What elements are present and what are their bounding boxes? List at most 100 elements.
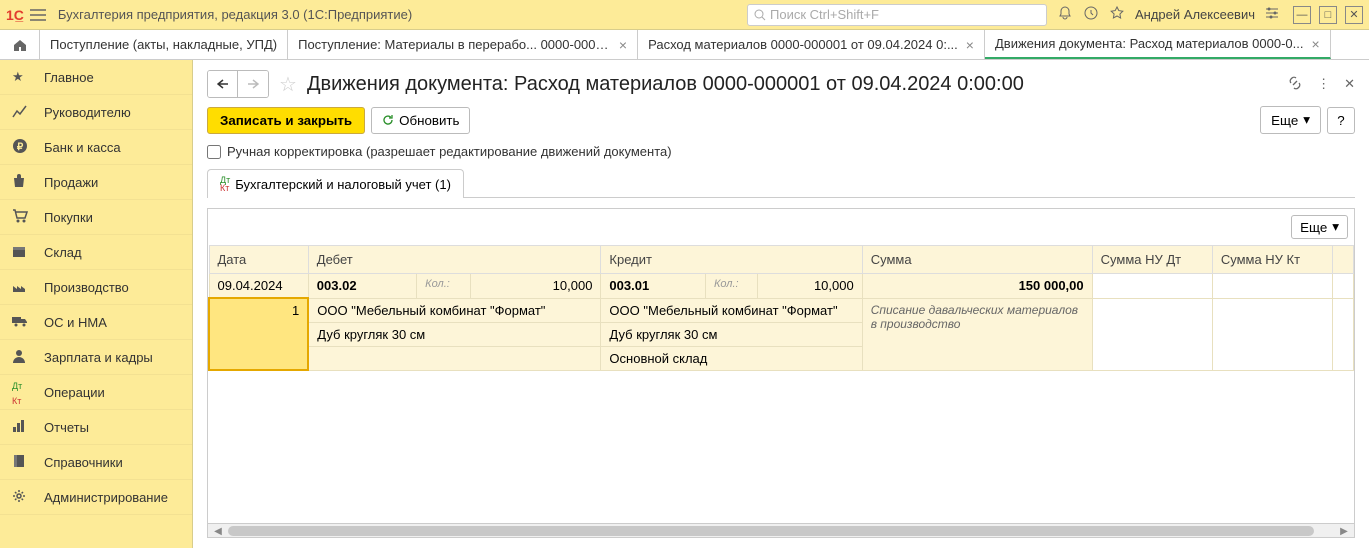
logo-1c: 1C̲ bbox=[6, 7, 24, 23]
th-date[interactable]: Дата bbox=[209, 246, 308, 274]
dtkt-icon: ДтКт bbox=[220, 176, 230, 192]
tab-bar: Поступление (акты, накладные, УПД) Посту… bbox=[0, 30, 1369, 60]
cell-credit-acct: 003.01 bbox=[601, 274, 706, 299]
kebab-icon[interactable]: ⋮ bbox=[1317, 76, 1330, 92]
truck-icon bbox=[12, 315, 32, 330]
table-more-button[interactable]: Еще ▾ bbox=[1291, 215, 1348, 239]
cell-rownum: 1 bbox=[209, 298, 308, 370]
link-icon[interactable] bbox=[1287, 75, 1303, 94]
sidebar-item-sales[interactable]: Продажи bbox=[0, 165, 192, 200]
app-title: Бухгалтерия предприятия, редакция 3.0 (1… bbox=[58, 7, 412, 22]
tab-1[interactable]: Поступление: Материалы в перерабо... 000… bbox=[288, 30, 638, 59]
cell-comment: Списание давальческих материалов в произ… bbox=[862, 298, 1092, 370]
cell-debit-kol-label: Кол.: bbox=[417, 274, 471, 299]
accounting-tab[interactable]: ДтКт Бухгалтерский и налоговый учет (1) bbox=[207, 169, 464, 198]
tab-2[interactable]: Расход материалов 0000-000001 от 09.04.2… bbox=[638, 30, 985, 59]
manual-edit-checkbox[interactable] bbox=[207, 145, 221, 159]
settings-icon[interactable] bbox=[1265, 6, 1279, 23]
bell-icon[interactable] bbox=[1057, 5, 1073, 24]
cell-debit-acct: 003.02 bbox=[308, 274, 416, 299]
bars-icon bbox=[12, 419, 32, 436]
scroll-left-icon[interactable]: ◀ bbox=[210, 524, 226, 538]
cell-date: 09.04.2024 bbox=[209, 274, 308, 299]
cell-debit-item: Дуб кругляк 30 см bbox=[308, 322, 601, 346]
table-row[interactable]: 1 ООО "Мебельный комбинат "Формат" ООО "… bbox=[209, 298, 1354, 322]
tab-3[interactable]: Движения документа: Расход материалов 00… bbox=[985, 30, 1331, 59]
user-name[interactable]: Андрей Алексеевич bbox=[1135, 7, 1255, 22]
th-sum-nu-dt[interactable]: Сумма НУ Дт bbox=[1092, 246, 1212, 274]
th-sum[interactable]: Сумма bbox=[862, 246, 1092, 274]
home-tab[interactable] bbox=[0, 30, 40, 59]
th-sum-nu-kt[interactable]: Сумма НУ Кт bbox=[1212, 246, 1332, 274]
menu-icon[interactable] bbox=[30, 9, 48, 21]
save-close-button[interactable]: Записать и закрыть bbox=[207, 107, 365, 134]
sidebar-item-manager[interactable]: Руководителю bbox=[0, 95, 192, 130]
cell-credit-qty: 10,000 bbox=[758, 274, 863, 299]
chevron-down-icon: ▾ bbox=[1332, 219, 1339, 235]
cell-credit-wh: Основной склад bbox=[601, 346, 862, 370]
star-icon: ★ bbox=[12, 69, 32, 85]
history-icon[interactable] bbox=[1083, 5, 1099, 24]
chart-icon bbox=[12, 104, 32, 121]
tab-close-icon[interactable]: × bbox=[966, 37, 974, 53]
maximize-button[interactable]: □ bbox=[1319, 6, 1337, 24]
scroll-right-icon[interactable]: ▶ bbox=[1336, 524, 1352, 538]
more-button[interactable]: Еще ▾ bbox=[1260, 106, 1321, 134]
svg-text:₽: ₽ bbox=[17, 142, 24, 153]
movements-table: Дата Дебет Кредит Сумма Сумма НУ Дт Сумм… bbox=[208, 245, 1354, 371]
th-credit[interactable]: Кредит bbox=[601, 246, 862, 274]
book-icon bbox=[12, 454, 32, 471]
tab-0[interactable]: Поступление (акты, накладные, УПД) bbox=[40, 30, 288, 59]
cell-debit-empty bbox=[308, 346, 601, 370]
cell-credit-item: Дуб кругляк 30 см bbox=[601, 322, 862, 346]
search-input[interactable]: Поиск Ctrl+Shift+F bbox=[747, 4, 1047, 26]
manual-edit-label: Ручная корректировка (разрешает редактир… bbox=[227, 144, 672, 159]
sidebar-item-production[interactable]: Производство bbox=[0, 270, 192, 305]
sidebar-item-hr[interactable]: Зарплата и кадры bbox=[0, 340, 192, 375]
sidebar-item-assets[interactable]: ОС и НМА bbox=[0, 305, 192, 340]
sidebar-item-catalogs[interactable]: Справочники bbox=[0, 445, 192, 480]
back-button[interactable] bbox=[208, 71, 238, 97]
ruble-icon: ₽ bbox=[12, 138, 32, 157]
gear-icon bbox=[12, 489, 32, 506]
search-placeholder: Поиск Ctrl+Shift+F bbox=[770, 7, 879, 22]
th-debit[interactable]: Дебет bbox=[308, 246, 601, 274]
dtkt-icon: ДтКт bbox=[12, 377, 32, 407]
cell-credit-kol-label: Кол.: bbox=[705, 274, 757, 299]
forward-button[interactable] bbox=[238, 71, 268, 97]
tab-close-icon[interactable]: × bbox=[619, 37, 627, 53]
scroll-thumb[interactable] bbox=[228, 526, 1314, 536]
close-button[interactable]: ✕ bbox=[1345, 6, 1363, 24]
cart-icon bbox=[12, 209, 32, 226]
table-row[interactable]: 09.04.2024 003.02 Кол.: 10,000 003.01 Ко… bbox=[209, 274, 1354, 299]
favorite-icon[interactable]: ☆ bbox=[279, 72, 297, 97]
sidebar-item-admin[interactable]: Администрирование bbox=[0, 480, 192, 515]
factory-icon bbox=[12, 279, 32, 296]
cell-debit-qty: 10,000 bbox=[471, 274, 601, 299]
minimize-button[interactable]: — bbox=[1293, 6, 1311, 24]
star-icon[interactable] bbox=[1109, 5, 1125, 24]
sidebar: ★Главное Руководителю ₽Банк и касса Прод… bbox=[0, 60, 193, 548]
sidebar-item-bank[interactable]: ₽Банк и касса bbox=[0, 130, 192, 165]
sidebar-item-main[interactable]: ★Главное bbox=[0, 60, 192, 95]
title-bar: 1C̲ Бухгалтерия предприятия, редакция 3.… bbox=[0, 0, 1369, 30]
sidebar-item-reports[interactable]: Отчеты bbox=[0, 410, 192, 445]
sidebar-item-purchases[interactable]: Покупки bbox=[0, 200, 192, 235]
person-icon bbox=[12, 349, 32, 366]
content-area: ☆ Движения документа: Расход материалов … bbox=[193, 60, 1369, 548]
sidebar-item-warehouse[interactable]: Склад bbox=[0, 235, 192, 270]
refresh-button[interactable]: Обновить bbox=[371, 107, 470, 134]
chevron-down-icon: ▾ bbox=[1303, 112, 1310, 128]
cell-nu-kt bbox=[1212, 274, 1332, 299]
th-extra bbox=[1333, 246, 1354, 274]
tab-close-icon[interactable]: × bbox=[1312, 36, 1320, 52]
page-title: Движения документа: Расход материалов 00… bbox=[307, 73, 1287, 96]
bag-icon bbox=[12, 174, 32, 191]
cell-sum: 150 000,00 bbox=[862, 274, 1092, 299]
help-button[interactable]: ? bbox=[1327, 107, 1355, 134]
close-icon[interactable]: ✕ bbox=[1344, 76, 1355, 92]
refresh-icon bbox=[382, 114, 394, 126]
sidebar-item-operations[interactable]: ДтКтОперации bbox=[0, 375, 192, 410]
cell-debit-org: ООО "Мебельный комбинат "Формат" bbox=[308, 298, 601, 322]
horizontal-scrollbar[interactable]: ◀ ▶ bbox=[208, 523, 1354, 537]
